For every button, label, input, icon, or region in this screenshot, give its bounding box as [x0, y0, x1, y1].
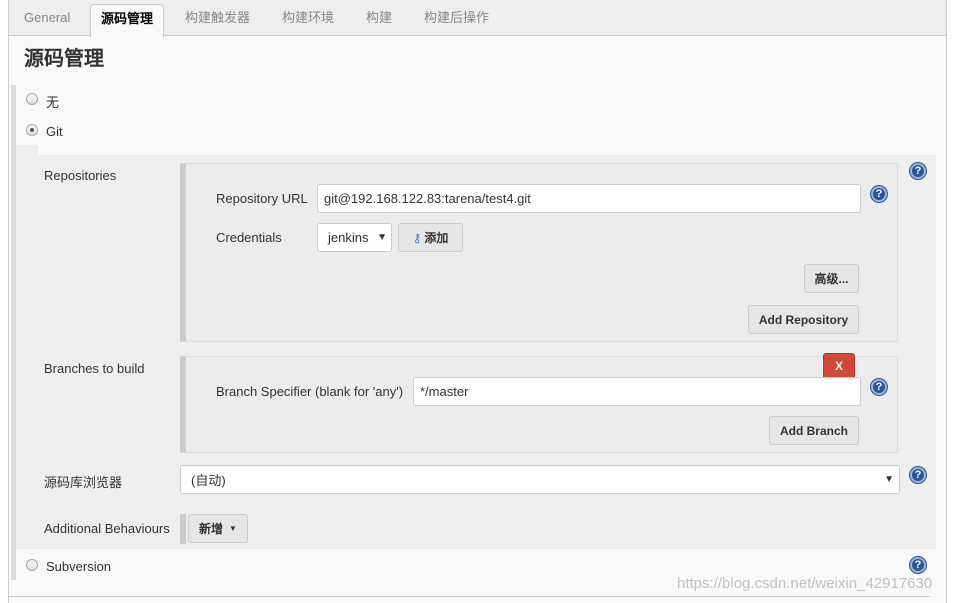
page-title: 源码管理: [24, 48, 104, 70]
delete-branch-button[interactable]: X: [823, 353, 855, 379]
help-icon[interactable]: ?: [910, 557, 926, 573]
tab-triggers[interactable]: 构建触发器: [175, 4, 260, 36]
radio-subversion-label: Subversion: [46, 559, 112, 574]
advanced-button[interactable]: 高级...: [804, 264, 859, 293]
add-repository-button[interactable]: Add Repository: [748, 305, 859, 334]
credentials-value: jenkins: [328, 230, 369, 245]
dropdown-arrow-icon: ▼: [884, 474, 894, 485]
behaviours-bar: [180, 514, 186, 544]
add-branch-button[interactable]: Add Branch: [769, 416, 859, 445]
help-icon[interactable]: ?: [871, 186, 887, 202]
add-behaviour-button[interactable]: 新增 ▼: [188, 514, 248, 543]
repository-url-label: Repository URL: [216, 191, 308, 206]
radio-git-label: Git: [46, 124, 63, 139]
radio-subversion[interactable]: [26, 559, 38, 571]
behaviours-label: Additional Behaviours: [44, 521, 170, 536]
tab-environment[interactable]: 构建环境: [272, 4, 344, 36]
branches-label: Branches to build: [44, 361, 145, 376]
branch-specifier-input[interactable]: */master: [413, 377, 861, 406]
browser-label: 源码库浏览器: [44, 475, 123, 490]
dropdown-arrow-icon: ▼: [377, 232, 387, 243]
browser-select[interactable]: (自动) ▼: [180, 465, 900, 494]
help-icon[interactable]: ?: [910, 467, 926, 483]
tab-general[interactable]: General: [14, 4, 80, 36]
tab-scm[interactable]: 源码管理: [90, 4, 165, 37]
repository-url-input[interactable]: git@192.168.122.83:tarena/test4.git: [317, 184, 861, 213]
key-icon: ⚷: [412, 230, 422, 245]
radio-git[interactable]: [26, 124, 38, 136]
tab-bar: General 源码管理 构建触发器 构建环境 构建 构建后操作: [9, 0, 946, 37]
help-icon[interactable]: ?: [871, 379, 887, 395]
branch-specifier-label: Branch Specifier (blank for 'any'): [216, 384, 404, 399]
radio-none[interactable]: [26, 93, 38, 105]
repositories-label: Repositories: [44, 168, 117, 183]
add-credentials-button[interactable]: ⚷ 添加: [398, 223, 463, 252]
tab-post-build[interactable]: 构建后操作: [414, 4, 499, 36]
browser-value: (自动): [191, 473, 226, 488]
tab-build[interactable]: 构建: [356, 4, 402, 36]
watermark: https://blog.csdn.net/weixin_42917630: [677, 575, 933, 592]
divider: [8, 596, 930, 597]
credentials-label: Credentials: [216, 230, 282, 245]
credentials-select[interactable]: jenkins ▼: [317, 223, 392, 252]
radio-none-label: 无: [46, 95, 60, 110]
add-behaviour-label: 新增: [199, 522, 224, 536]
caret-down-icon: ▼: [229, 524, 237, 533]
add-credentials-label: 添加: [424, 231, 449, 245]
help-icon[interactable]: ?: [910, 163, 926, 179]
